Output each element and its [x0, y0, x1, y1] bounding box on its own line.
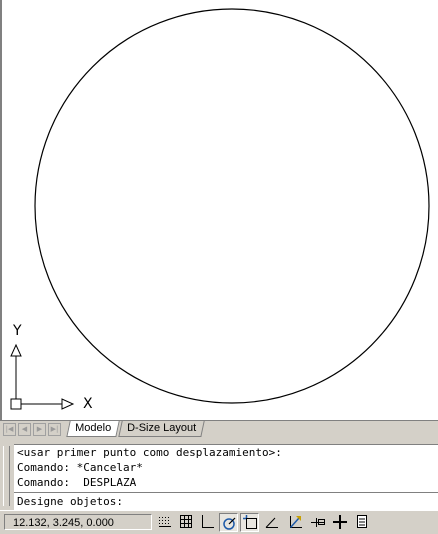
drawing-viewport[interactable]: Y X [0, 0, 438, 420]
first-tab-icon[interactable]: |◀ [3, 423, 16, 436]
command-window: <usar primer punto como desplazamiento>:… [0, 438, 438, 510]
osnap-icon [243, 515, 257, 529]
status-bar: 12.132, 3.245, 0.000 [0, 510, 438, 534]
command-history[interactable]: <usar primer punto como desplazamiento>:… [14, 444, 438, 493]
command-input[interactable]: Designe objetos: [14, 492, 438, 510]
command-window-grip[interactable] [3, 446, 10, 506]
layout-tab-bar: |◀ ◀ ▶ ▶| Modelo D-Size Layout [0, 420, 438, 438]
last-tab-icon[interactable]: ▶| [48, 423, 61, 436]
tab-d-size-layout[interactable]: D-Size Layout [118, 421, 205, 437]
snap-icon [159, 517, 171, 527]
dynamic-ucs-toggle[interactable] [286, 513, 305, 532]
dynamic-input-toggle[interactable] [309, 513, 328, 532]
grid-toggle[interactable] [177, 513, 196, 532]
osnap-toggle[interactable] [240, 513, 259, 532]
previous-tab-icon[interactable]: ◀ [18, 423, 31, 436]
ortho-icon [202, 515, 214, 528]
coordinate-display[interactable]: 12.132, 3.245, 0.000 [4, 514, 152, 530]
circle-entity[interactable] [34, 8, 430, 404]
drawing-canvas[interactable] [0, 0, 438, 420]
command-history-line: <usar primer punto como desplazamiento>: [17, 446, 282, 459]
command-history-line: Comando: DESPLAZA [17, 476, 137, 489]
tab-d-size-layout-label: D-Size Layout [127, 422, 197, 434]
tab-modelo[interactable]: Modelo [66, 421, 120, 437]
polar-icon [223, 517, 236, 530]
quick-properties-icon [357, 515, 367, 528]
quick-properties-toggle[interactable] [353, 513, 372, 532]
lineweight-toggle[interactable] [331, 513, 350, 532]
polar-toggle[interactable] [219, 513, 238, 532]
grid-icon [180, 515, 192, 528]
lineweight-icon [333, 515, 347, 529]
tab-modelo-label: Modelo [75, 422, 112, 434]
otrack-icon [265, 517, 278, 528]
command-prompt-text: Designe objetos: [17, 495, 123, 508]
command-history-line: Comando: *Cancelar* [17, 461, 143, 474]
dynamic-ucs-icon [289, 516, 302, 529]
ucs-y-label: Y [13, 323, 22, 339]
next-tab-icon[interactable]: ▶ [33, 423, 46, 436]
dynamic-input-icon [311, 518, 325, 527]
ucs-x-label: X [83, 396, 93, 412]
otrack-toggle[interactable] [263, 513, 282, 532]
ucs-icon [10, 343, 75, 410]
ortho-toggle[interactable] [198, 513, 217, 532]
snap-toggle[interactable] [156, 513, 175, 532]
